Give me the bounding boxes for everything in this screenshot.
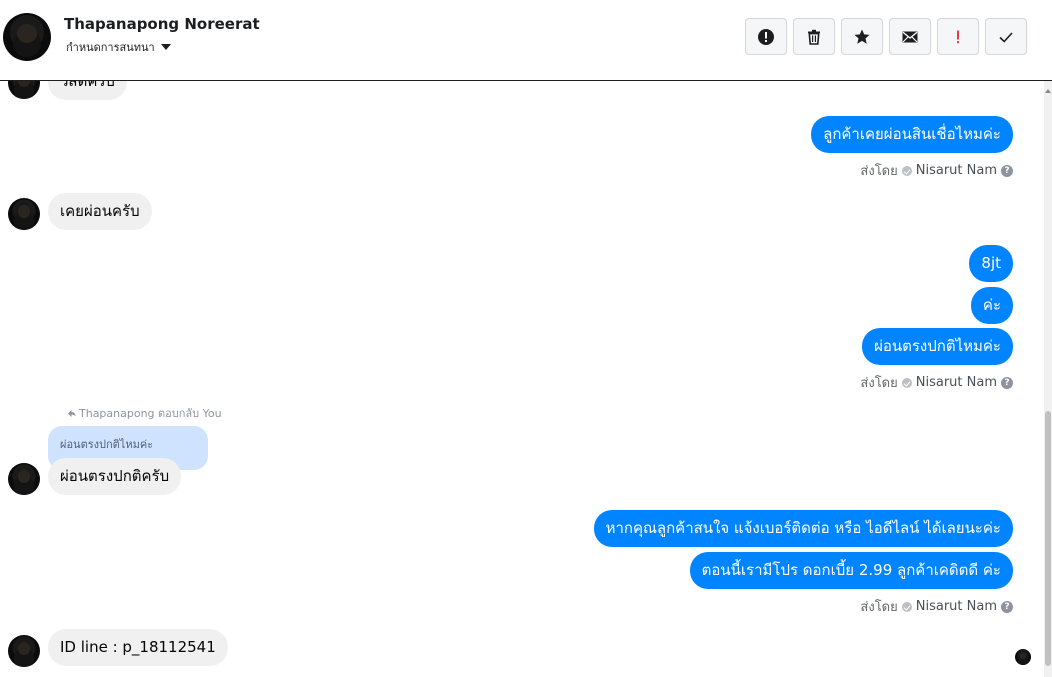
message-outgoing[interactable]: ลูกค้าเคยผ่อนสินเชื่อไหมค่ะ xyxy=(811,116,1013,153)
sent-by-info: ส่งโดย Nisarut Nam ? xyxy=(860,596,1013,617)
verified-check-icon xyxy=(901,165,912,176)
agent-name[interactable]: Nisarut Nam xyxy=(916,375,997,390)
done-button[interactable] xyxy=(985,18,1027,55)
message-outgoing[interactable]: 8jt xyxy=(969,245,1013,282)
contact-avatar[interactable] xyxy=(3,13,51,61)
caret-down-icon xyxy=(160,44,171,50)
scroll-up-arrow-icon[interactable] xyxy=(1045,89,1051,93)
message-outgoing[interactable]: ค่ะ xyxy=(970,287,1013,324)
exclamation-icon xyxy=(957,30,959,43)
sent-by-label: ส่งโดย xyxy=(860,376,898,391)
trash-icon xyxy=(808,29,820,45)
message-outgoing[interactable]: หากคุณลูกค้าสนใจ แจ้งเบอร์ติดต่อ หรือ ไอ… xyxy=(593,510,1013,547)
reply-arrow-icon xyxy=(68,409,76,417)
sent-by-info: ส่งโดย Nisarut Nam ? xyxy=(860,160,1013,181)
help-icon[interactable]: ? xyxy=(1001,376,1013,389)
verified-check-icon xyxy=(901,377,912,388)
scroll-thumb[interactable] xyxy=(1045,411,1051,666)
message-thread[interactable]: วัสดีครับ ลูกค้าเคยผ่อนสินเชื่อไหมค่ะ ส่… xyxy=(0,81,1044,677)
mark-unread-button[interactable] xyxy=(889,18,931,55)
agent-name[interactable]: Nisarut Nam xyxy=(916,599,997,614)
message-outgoing[interactable]: ตอนนี้เรามีโปร ดอกเบี้ย 2.99 ลูกค้าเคดิต… xyxy=(689,552,1013,589)
important-button[interactable] xyxy=(937,18,979,55)
check-icon xyxy=(999,31,1013,43)
sent-by-label: ส่งโดย xyxy=(860,164,898,179)
help-icon[interactable]: ? xyxy=(1001,600,1013,613)
message-incoming[interactable]: ผ่อนตรงปกติครับ xyxy=(48,458,182,495)
alert-circle-icon xyxy=(758,28,774,45)
verified-check-icon xyxy=(901,601,912,612)
conversation-assign-dropdown[interactable]: กำหนดการสนทนา xyxy=(66,38,171,56)
seen-indicator-avatar xyxy=(1015,649,1031,665)
star-button[interactable] xyxy=(841,18,883,55)
conversation-toolbar xyxy=(745,18,1027,55)
message-outgoing[interactable]: ผ่อนตรงปกติไหมค่ะ xyxy=(862,328,1013,365)
envelope-icon xyxy=(902,31,918,42)
contact-avatar-small xyxy=(8,198,40,230)
contact-avatar-small xyxy=(8,635,40,667)
thread-scrollbar[interactable] xyxy=(1044,81,1052,677)
message-incoming[interactable]: เคยผ่อนครับ xyxy=(48,193,152,230)
conversation-header: Thapanapong Noreerat กำหนดการสนทนา xyxy=(0,0,1052,81)
star-icon xyxy=(854,29,870,44)
contact-name[interactable]: Thapanapong Noreerat xyxy=(64,15,260,33)
sent-by-label: ส่งโดย xyxy=(860,600,898,615)
reply-meta: Thapanapong ตอบกลับ You xyxy=(67,404,222,422)
message-incoming[interactable]: วัสดีครับ xyxy=(48,81,127,100)
delete-button[interactable] xyxy=(793,18,835,55)
report-button[interactable] xyxy=(745,18,787,55)
sent-by-info: ส่งโดย Nisarut Nam ? xyxy=(860,372,1013,393)
message-incoming[interactable]: ID line : p_18112541 xyxy=(48,629,228,666)
agent-name[interactable]: Nisarut Nam xyxy=(916,163,997,178)
contact-avatar-small xyxy=(8,81,40,99)
reply-meta-text: Thapanapong ตอบกลับ You xyxy=(79,407,222,420)
conversation-assign-label: กำหนดการสนทนา xyxy=(66,41,155,54)
contact-avatar-small xyxy=(8,463,40,495)
help-icon[interactable]: ? xyxy=(1001,164,1013,177)
